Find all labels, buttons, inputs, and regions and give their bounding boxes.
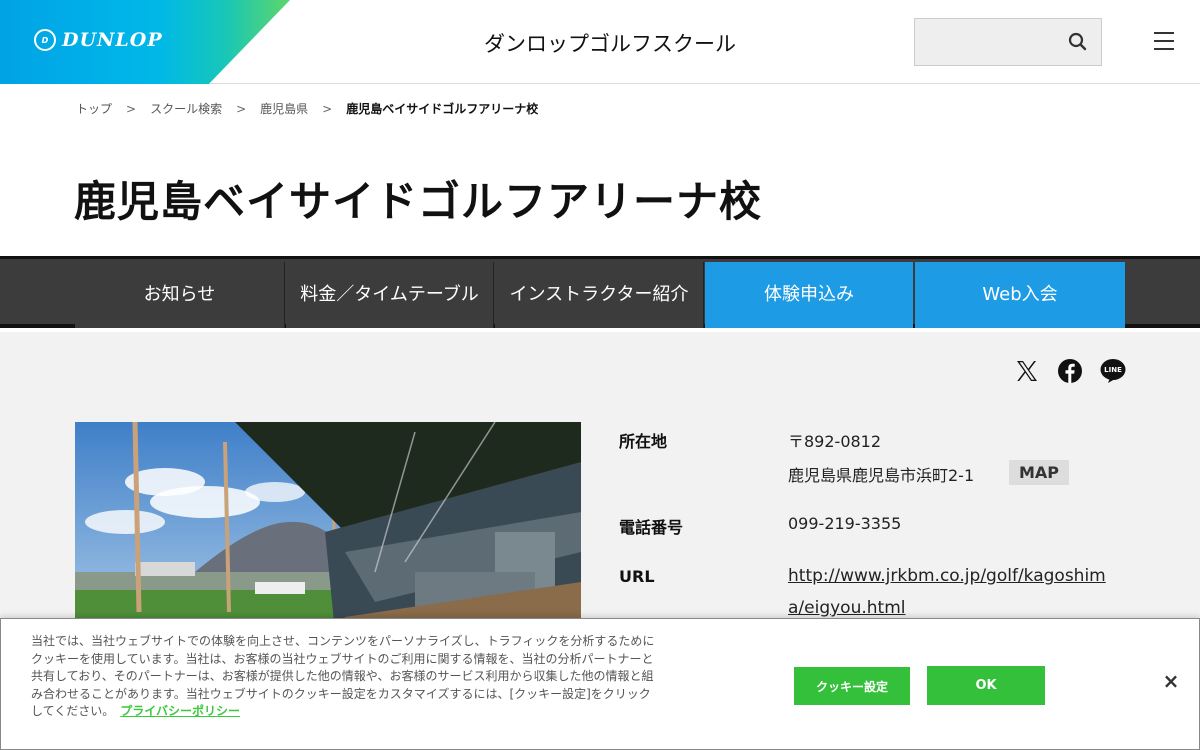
search-box	[914, 18, 1102, 66]
nav-instructors-label: インストラクター紹介	[509, 284, 689, 305]
breadcrumb-separator-icon: >	[322, 101, 333, 116]
dunlop-emblem-icon: D	[34, 29, 56, 51]
search-icon[interactable]	[1067, 31, 1089, 53]
line-icon-label: LINE	[1104, 366, 1122, 374]
cookie-settings-button[interactable]: クッキー設定	[794, 667, 910, 705]
nav-web-enroll-label: Web入会	[982, 284, 1058, 305]
line-icon[interactable]: LINE	[1098, 356, 1128, 386]
site-header: D DUNLOP ダンロップゴルフスクール	[0, 0, 1200, 84]
school-photo	[75, 422, 581, 632]
address-value: 鹿児島県鹿児島市浜町2-1	[788, 466, 975, 485]
address-label: 所在地	[619, 432, 668, 451]
postal-code: 〒892-0812	[788, 432, 882, 451]
breadcrumb-separator-icon: >	[236, 101, 247, 116]
search-input[interactable]	[915, 19, 1055, 63]
phone-value: 099-219-3355	[788, 514, 902, 533]
breadcrumb-item-school-search[interactable]: スクール検索	[150, 100, 222, 117]
page-title: 鹿児島ベイサイドゴルフアリーナ校	[74, 177, 763, 226]
close-icon[interactable]: ×	[1161, 669, 1181, 693]
cookie-text-block: 当社では、当社ウェブサイトでの体験を向上させ、コンテンツをパーソナライズし、トラ…	[31, 633, 661, 721]
nav-fees-label: 料金／タイムテーブル	[300, 284, 479, 305]
school-nav: お知らせ 料金／タイムテーブル インストラクター紹介 体験申込み Web入会	[0, 256, 1200, 328]
privacy-policy-link[interactable]: プライバシーポリシー	[120, 704, 240, 718]
logo-text: DUNLOP	[62, 29, 163, 51]
nav-fees-timetable[interactable]: 料金／タイムテーブル	[286, 262, 494, 328]
facebook-icon[interactable]	[1055, 356, 1085, 386]
breadcrumb-item-prefecture[interactable]: 鹿児島県	[260, 100, 308, 117]
x-twitter-icon[interactable]	[1012, 356, 1042, 386]
dunlop-logo[interactable]: D DUNLOP	[34, 29, 163, 51]
hamburger-menu-icon[interactable]	[1154, 32, 1180, 52]
cookie-banner: 当社では、当社ウェブサイトでの体験を向上させ、コンテンツをパーソナライズし、トラ…	[0, 618, 1200, 750]
breadcrumb-item-top[interactable]: トップ	[76, 100, 112, 117]
breadcrumb-separator-icon: >	[126, 101, 137, 116]
breadcrumb: トップ > スクール検索 > 鹿児島県 > 鹿児島ベイサイドゴルフアリーナ校	[76, 100, 538, 117]
map-button[interactable]: MAP	[1009, 460, 1070, 485]
nav-web-enroll[interactable]: Web入会	[915, 262, 1125, 328]
nav-trial-application[interactable]: 体験申込み	[705, 262, 913, 328]
nav-news-label: お知らせ	[143, 284, 216, 305]
nav-instructors[interactable]: インストラクター紹介	[495, 262, 704, 328]
breadcrumb-item-current: 鹿児島ベイサイドゴルフアリーナ校	[346, 102, 539, 116]
nav-news[interactable]: お知らせ	[75, 262, 285, 328]
site-title[interactable]: ダンロップゴルフスクール	[484, 28, 736, 58]
url-link[interactable]: http://www.jrkbm.co.jp/golf/kagoshima/ei…	[788, 560, 1118, 624]
url-label: URL	[619, 567, 655, 586]
phone-label: 電話番号	[619, 518, 684, 537]
cookie-ok-button[interactable]: OK	[927, 666, 1045, 705]
nav-trial-label: 体験申込み	[764, 284, 854, 305]
